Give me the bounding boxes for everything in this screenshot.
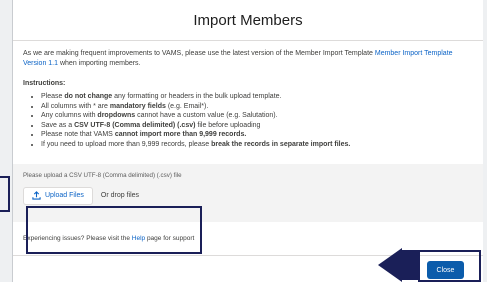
instruction-emphasis: dropdowns xyxy=(97,112,136,120)
drop-files-label: Or drop files xyxy=(100,191,140,199)
instruction-text: (e.g. Email*). xyxy=(165,102,209,110)
upload-files-button[interactable]: Upload Files xyxy=(23,186,93,205)
file-upload-area[interactable]: Please upload a CSV UTF-8 (Comma delimit… xyxy=(13,163,483,222)
instruction-text: Save as a xyxy=(41,121,75,129)
instruction-item: Save as a CSV UTF-8 (Comma delimited) (.… xyxy=(41,121,473,131)
instruction-item: Any columns with dropdowns cannot have a… xyxy=(41,111,473,121)
instruction-text: If you need to upload more than 9,999 re… xyxy=(41,140,212,148)
help-line: Experiencing issues? Please visit the He… xyxy=(23,234,473,244)
left-annotation-mark xyxy=(0,176,10,212)
instruction-emphasis: do not change xyxy=(64,93,113,100)
upload-row: Upload Files Or drop files xyxy=(23,186,473,205)
upload-files-label: Upload Files xyxy=(45,191,84,199)
instruction-emphasis: break the records in separate import fil… xyxy=(211,140,351,148)
instruction-emphasis: cannot import more than 9,999 records. xyxy=(114,131,247,139)
screen: Import Members As we are making frequent… xyxy=(0,0,487,282)
instruction-item: If you need to upload more than 9,999 re… xyxy=(41,140,473,150)
arrow-annotation-tail xyxy=(402,250,418,280)
instruction-text: file before uploading xyxy=(195,121,261,129)
instruction-text: Any columns with xyxy=(41,112,98,120)
help-text-after: page for support xyxy=(145,234,195,242)
instruction-item: Please note that VAMS cannot import more… xyxy=(41,130,473,140)
help-link[interactable]: Help xyxy=(132,235,145,242)
instruction-item: Please do not change any formatting or h… xyxy=(41,92,473,102)
intro-text-after: when importing members. xyxy=(58,60,141,67)
modal-body: As we are making frequent improvements t… xyxy=(13,41,483,244)
instruction-text: All columns with * are xyxy=(41,102,110,110)
close-annotation-frame xyxy=(418,250,481,282)
arrow-annotation xyxy=(378,248,402,282)
background-page-right xyxy=(483,0,487,282)
instruction-emphasis: CSV UTF-8 (Comma delimited) (.csv) xyxy=(74,121,196,129)
upload-hint: Please upload a CSV UTF-8 (Comma delimit… xyxy=(23,171,182,179)
import-members-modal: Import Members As we are making frequent… xyxy=(13,0,483,282)
instructions-list: Please do not change any formatting or h… xyxy=(23,92,473,150)
instruction-text: Please note that VAMS xyxy=(41,131,115,139)
instruction-text: Please xyxy=(41,93,65,100)
instruction-text: cannot have a custom value (e.g. Salutat… xyxy=(135,112,278,120)
upload-icon xyxy=(32,191,41,200)
modal-header: Import Members xyxy=(13,0,483,41)
instructions-heading: Instructions: xyxy=(23,80,66,87)
help-text-before: Experiencing issues? Please visit the xyxy=(23,234,132,242)
instruction-emphasis: mandatory fields xyxy=(109,102,166,110)
instruction-text: any formatting or headers in the bulk up… xyxy=(112,93,282,100)
modal-title: Import Members xyxy=(193,11,303,29)
intro-paragraph: As we are making frequent improvements t… xyxy=(23,49,473,69)
intro-text-before: As we are making frequent improvements t… xyxy=(23,50,375,57)
instruction-item: All columns with * are mandatory fields … xyxy=(41,102,473,112)
